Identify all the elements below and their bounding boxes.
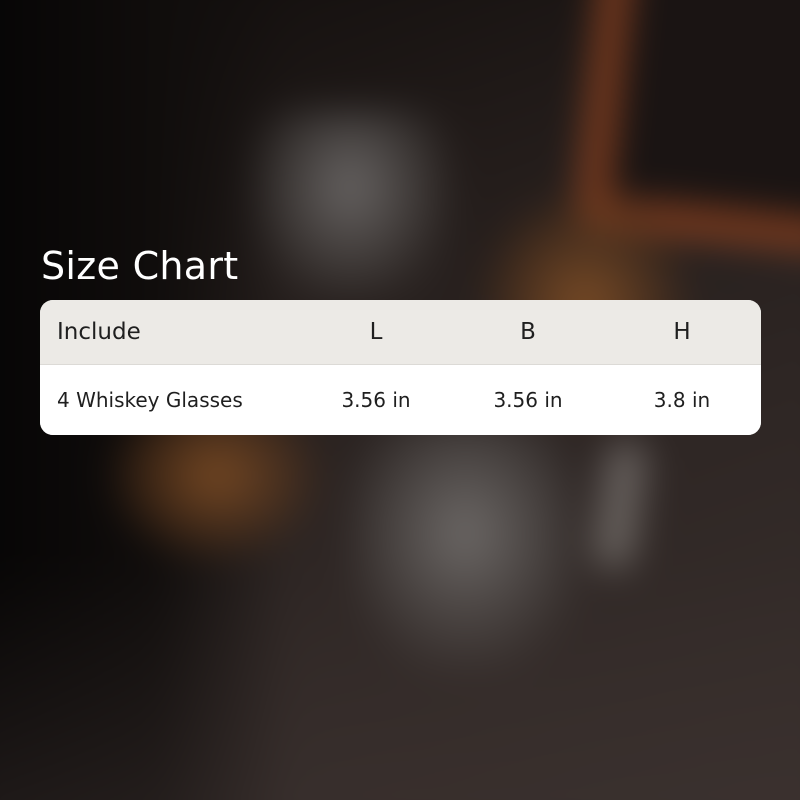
cell-include: 4 Whiskey Glasses: [57, 388, 243, 412]
header-length: L: [369, 319, 383, 345]
table-row: 4 Whiskey Glasses 3.56 in 3.56 in 3.8 in: [40, 365, 761, 435]
header-height: H: [673, 319, 691, 345]
table-header-row: Include L B H: [40, 300, 761, 365]
size-chart-canvas: Size Chart Include L B H 4 Whiskey Glass…: [0, 0, 800, 800]
cell-breadth: 3.56 in: [493, 388, 563, 412]
header-breadth: B: [520, 319, 536, 345]
size-table: Include L B H 4 Whiskey Glasses 3.56 in …: [40, 300, 761, 435]
page-title: Size Chart: [41, 244, 239, 288]
header-include: Include: [57, 319, 141, 345]
cell-length: 3.56 in: [341, 388, 411, 412]
cell-height: 3.8 in: [653, 388, 711, 412]
